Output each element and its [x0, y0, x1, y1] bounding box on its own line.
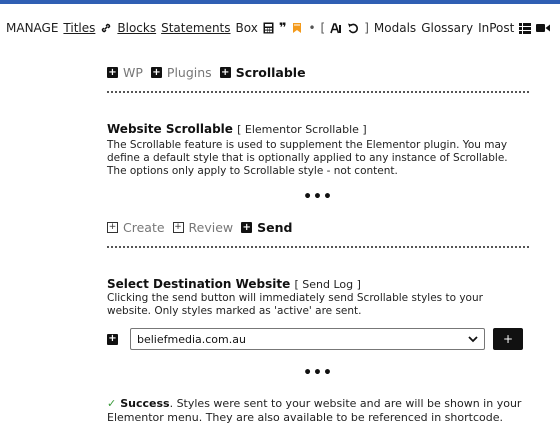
plus-square-icon: +	[219, 66, 231, 78]
tab-review[interactable]: + Review	[172, 220, 234, 235]
nav-box[interactable]: Box	[236, 21, 258, 35]
nav-glossary[interactable]: Glossary	[421, 21, 473, 35]
destination-select-row: + beliefmedia.com.au +	[107, 328, 529, 350]
plus-square-outline-icon: +	[172, 222, 184, 233]
tab-wp-label: WP	[123, 65, 143, 80]
destination-section: Select Destination Website [ Send Log ] …	[107, 277, 529, 318]
nav-blocks[interactable]: Blocks	[117, 21, 156, 35]
tab-create[interactable]: + Create	[107, 220, 165, 235]
chevron-down-icon	[468, 333, 478, 346]
success-text: . Styles were sent to your website and a…	[107, 397, 522, 424]
success-label: Success	[120, 397, 170, 410]
list-icon[interactable]	[519, 22, 532, 34]
check-icon: ✓	[107, 397, 117, 410]
destination-description: Clicking the send button will immediatel…	[107, 292, 483, 317]
tab-review-label: Review	[188, 220, 234, 235]
ellipsis-separator: •••	[303, 189, 333, 205]
top-tabs: + WP + Plugins + Scrollable	[107, 65, 529, 80]
tab-wp[interactable]: + WP	[107, 65, 143, 80]
nav-statements[interactable]: Statements	[161, 21, 230, 35]
bookmark-icon[interactable]	[291, 22, 303, 34]
plus-square-icon: +	[107, 66, 118, 78]
video-icon[interactable]	[536, 23, 551, 33]
scrollable-section: Website Scrollable [ Elementor Scrollabl…	[107, 122, 529, 178]
tab-create-label: Create	[123, 220, 165, 235]
plus-square-icon: +	[241, 221, 253, 233]
nav-titles[interactable]: Titles	[63, 21, 95, 35]
destination-title-text: Select Destination Website	[107, 277, 291, 291]
tab-send-label: Send	[257, 220, 293, 235]
divider	[107, 246, 529, 248]
tab-send[interactable]: + Send	[241, 220, 292, 235]
tab-scrollable-label: Scrollable	[235, 65, 306, 80]
top-nav: MANAGE Titles Blocks Statements Box ❞ • …	[6, 18, 555, 38]
add-website-button[interactable]: +	[493, 328, 523, 350]
divider	[107, 91, 529, 93]
top-header-strip	[0, 0, 560, 4]
plus-square-icon: +	[150, 66, 162, 78]
section-title: Website Scrollable [ Elementor Scrollabl…	[107, 122, 529, 136]
website-select[interactable]: beliefmedia.com.au	[130, 328, 485, 350]
destination-title: Select Destination Website [ Send Log ]	[107, 277, 529, 291]
send-log-link[interactable]: [ Send Log ]	[294, 278, 360, 291]
nav-bracket-open: [	[320, 21, 326, 35]
undo-icon[interactable]	[347, 22, 359, 34]
calculator-icon[interactable]	[263, 22, 274, 34]
link-icon[interactable]	[100, 22, 112, 34]
section-title-text: Website Scrollable	[107, 122, 233, 136]
success-message: ✓ Success. Styles were sent to your websi…	[107, 397, 529, 425]
nav-modals[interactable]: Modals	[374, 21, 416, 35]
tab-plugins[interactable]: + Plugins	[150, 65, 212, 80]
tab-scrollable[interactable]: + Scrollable	[219, 65, 306, 80]
section-description: The Scrollable feature is used to supple…	[107, 139, 508, 177]
nav-inpost[interactable]: InPost	[478, 21, 514, 35]
nav-manage[interactable]: MANAGE	[6, 21, 58, 35]
website-select-value: beliefmedia.com.au	[137, 332, 246, 346]
plus-square-outline-icon: +	[107, 222, 118, 233]
plus-square-icon[interactable]: +	[107, 333, 118, 345]
nav-bracket-close: ]	[364, 21, 369, 35]
nav-bullet: •	[308, 21, 316, 35]
quote-icon[interactable]: ❞	[279, 21, 287, 36]
action-tabs: + Create + Review + Send	[107, 220, 529, 235]
tab-plugins-label: Plugins	[166, 65, 212, 80]
section-subtitle[interactable]: [ Elementor Scrollable ]	[237, 123, 367, 136]
ellipsis-separator: •••	[303, 365, 333, 381]
font-icon[interactable]	[330, 22, 342, 34]
